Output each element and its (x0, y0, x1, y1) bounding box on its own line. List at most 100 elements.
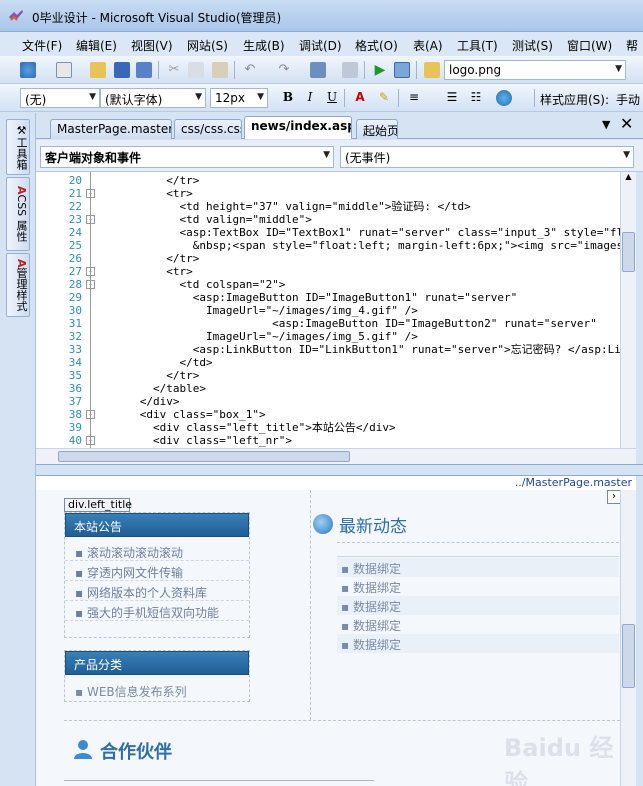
news-title: 最新动态 (339, 517, 407, 537)
menu-format[interactable]: 格式(O) (355, 37, 398, 54)
menu-bar: 文件(F) 编辑(E) 视图(V) 网站(S) 生成(B) 调试(D) 格式(O… (0, 32, 643, 56)
editor-hscroll-thumb[interactable] (58, 451, 350, 462)
numbering-icon[interactable]: ☷ (468, 90, 484, 106)
document-tabs: MasterPage.master css/css.css news/index… (36, 113, 643, 139)
list-item-text: WEB信息发布系列 (86, 685, 187, 699)
code-editor[interactable]: 20 21 22 23 24 25 26 27 28 29 30 31 32 33 34 35 36 37 38 39… (36, 172, 620, 448)
manage-styles-tab[interactable]: A管理样式 (6, 253, 30, 317)
tab-masterpage[interactable]: MasterPage.master (50, 119, 172, 139)
bold-icon[interactable]: B (280, 90, 296, 106)
menu-help[interactable]: 帮 (626, 37, 638, 54)
master-page-link[interactable]: ../MasterPage.master (36, 476, 636, 490)
css-properties-tab-label: CSS 属性 (15, 194, 28, 242)
menu-table[interactable]: 表(A) (413, 37, 443, 54)
find-in-files-icon[interactable] (424, 62, 440, 78)
block-format-value: (无) (25, 93, 47, 107)
chevron-down-icon: ▼ (623, 150, 630, 160)
list-item: ▪ 数据绑定 (337, 596, 619, 615)
underline-icon[interactable]: U (324, 90, 340, 106)
start-debugging-icon[interactable]: ▶ (372, 62, 388, 78)
manage-styles-tab-label: 管理样式 (15, 267, 28, 312)
paste-icon[interactable] (212, 62, 228, 78)
scroll-up-icon[interactable]: ▲ (621, 172, 636, 184)
copy-icon[interactable] (188, 62, 204, 78)
font-name-combo[interactable]: (默认字体) ▼ (100, 88, 206, 108)
editor-vertical-scrollbar[interactable]: ▲ (620, 172, 636, 448)
font-size-combo[interactable]: 12px ▼ (210, 88, 268, 108)
line-number: 24 (68, 226, 82, 239)
add-item-icon[interactable] (56, 62, 72, 78)
chevron-down-icon: ▼ (615, 64, 622, 74)
italic-icon[interactable]: I (302, 90, 318, 106)
list-item-text: 强大的手机短信双向功能 (86, 606, 219, 620)
menu-view[interactable]: 视图(V) (131, 37, 173, 54)
editor-scrollbar-thumb[interactable] (622, 232, 635, 272)
menu-tools[interactable]: 工具(T) (457, 37, 498, 54)
code-line: </table> (100, 382, 206, 395)
design-vertical-scrollbar[interactable] (620, 490, 636, 786)
baidu-watermark: Baidu 经验 (504, 734, 614, 786)
line-number: 29 (68, 291, 82, 304)
divider (337, 556, 619, 557)
code-line: ImageUrl="~/images/img_4.gif" /> (100, 304, 418, 317)
block-format-combo[interactable]: (无) ▼ (20, 88, 100, 108)
outline-line (90, 172, 91, 448)
style-application-value[interactable]: 手动 (616, 91, 640, 108)
cut-icon[interactable]: ✂ (166, 62, 182, 78)
tab-start-page[interactable]: 起始页 (356, 119, 398, 139)
menu-window[interactable]: 窗口(W) (567, 37, 612, 54)
code-line: </div> (100, 395, 180, 408)
line-number: 35 (68, 369, 82, 382)
close-icon[interactable]: ✕ (620, 114, 633, 133)
find-combo[interactable]: logo.png ▼ (444, 60, 626, 80)
line-number: 22 (68, 200, 82, 213)
font-size-value: 12px (215, 91, 245, 105)
menu-edit[interactable]: 编辑(E) (76, 37, 117, 54)
line-number: 20 (68, 174, 82, 187)
tab-list-dropdown-icon[interactable]: ▼ (602, 118, 610, 131)
formatting-toolbar: (无) ▼ (默认字体) ▼ 12px ▼ B I U A ✎ ≡ ☰ ☷ 样式… (0, 84, 643, 112)
justify-icon[interactable]: ≡ (406, 90, 422, 106)
tab-news-index[interactable]: news/index.aspx (244, 116, 352, 139)
client-objects-combo[interactable]: 客户端对象和事件 ▼ (40, 146, 334, 168)
undo-icon[interactable]: ↶ (242, 62, 258, 78)
list-item: ▪ 数据绑定 (341, 619, 401, 633)
list-item-text: 穿透内网文件传输 (86, 566, 183, 580)
style-application-label: 样式应用(S): (540, 93, 610, 107)
css-properties-icon: A (15, 186, 28, 195)
list-item-text: 数据绑定 (352, 600, 401, 614)
font-color-icon[interactable]: A (352, 90, 368, 106)
menu-build[interactable]: 生成(B) (243, 37, 285, 54)
design-scrollbar-thumb[interactable] (622, 624, 635, 688)
partner-title: 合作伙伴 (100, 742, 172, 763)
menu-file[interactable]: 文件(F) (22, 37, 62, 54)
toolbox-tab[interactable]: ⚒工具箱 (6, 119, 30, 175)
browser-view-icon[interactable] (394, 62, 410, 78)
expand-arrow-icon[interactable]: › (607, 490, 620, 504)
menu-test[interactable]: 测试(S) (512, 37, 553, 54)
list-item-text: 滚动滚动滚动滚动 (86, 546, 183, 560)
editor-horizontal-scrollbar[interactable] (36, 448, 636, 464)
line-number-gutter: 20 21 22 23 24 25 26 27 28 29 30 31 32 33 34 35 36 37 38 39… (36, 172, 95, 448)
hyperlink-icon[interactable] (496, 90, 512, 106)
highlight-color-icon[interactable]: ✎ (376, 90, 392, 106)
open-folder-icon[interactable] (90, 62, 106, 78)
redo-icon[interactable]: ↷ (276, 62, 292, 78)
design-view[interactable]: div.left_title 本站公告 ▪ 滚动滚动滚动滚动 ▪ 穿透内网文件传… (36, 490, 620, 786)
line-number: 21 (68, 187, 82, 200)
css-properties-tab[interactable]: ACSS 属性 (6, 177, 30, 251)
menu-debug[interactable]: 调试(D) (299, 37, 342, 54)
menu-website[interactable]: 网站(S) (187, 37, 228, 54)
toolbar-separator (398, 89, 399, 107)
font-name-value: (默认字体) (105, 93, 163, 107)
navigate-forward-icon[interactable] (342, 62, 358, 78)
save-icon[interactable] (114, 62, 130, 78)
code-line: <asp:ImageButton ID="ImageButton2" runat… (100, 317, 597, 330)
tab-css[interactable]: css/css.css (174, 119, 242, 139)
navigate-backward-icon[interactable] (310, 62, 326, 78)
split-bar[interactable] (36, 464, 643, 476)
new-project-icon[interactable] (20, 62, 36, 78)
save-all-icon[interactable] (136, 62, 152, 78)
bullets-icon[interactable]: ☰ (444, 90, 460, 106)
events-combo[interactable]: (无事件) ▼ (340, 146, 634, 168)
